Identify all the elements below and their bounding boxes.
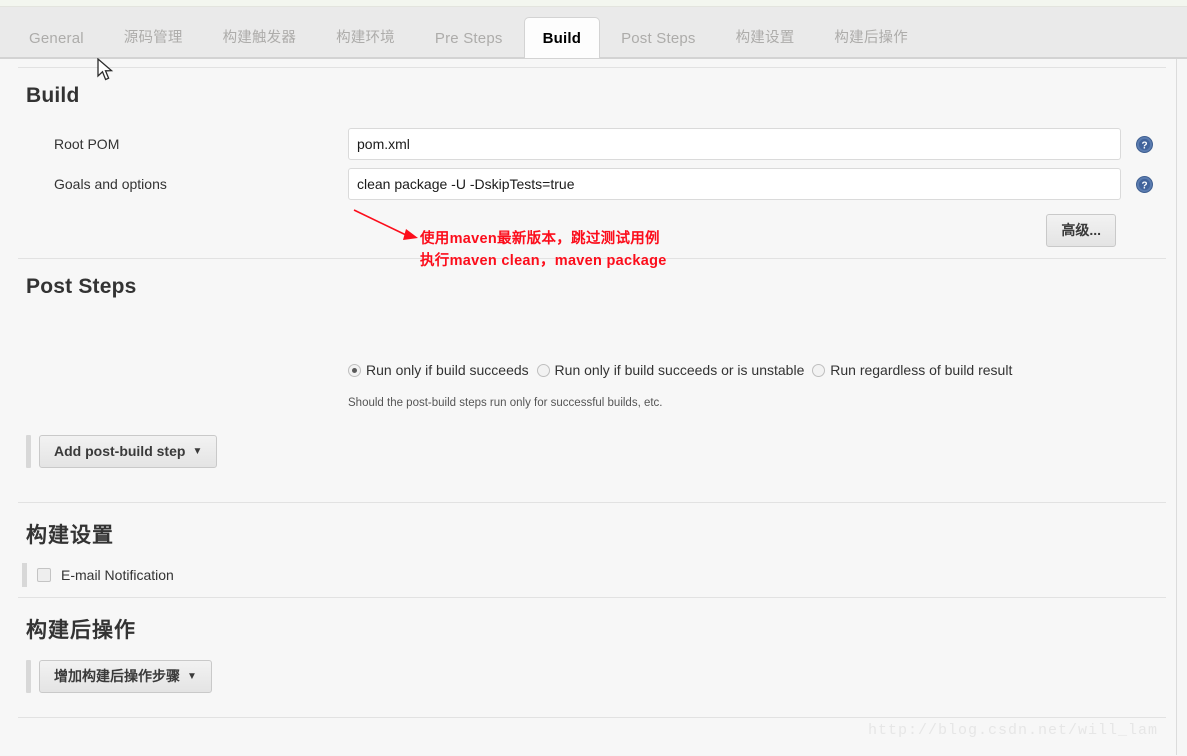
goals-and-options-input[interactable]	[348, 168, 1121, 200]
drag-grip	[22, 563, 27, 587]
build-settings-section-title: 构建设置	[26, 524, 114, 547]
tab-post-steps[interactable]: Post Steps	[602, 17, 715, 58]
goals-and-options-row: Goals and options ?	[0, 164, 1176, 204]
watermark: http://blog.csdn.net/will_lam	[868, 722, 1159, 739]
svg-text:?: ?	[1141, 180, 1147, 191]
annotation-line-1: 使用maven最新版本，跳过测试用例	[420, 231, 660, 247]
goals-and-options-label: Goals and options	[54, 176, 167, 192]
tab-build-triggers[interactable]: 构建触发器	[204, 17, 316, 58]
tab-pre-steps[interactable]: Pre Steps	[416, 17, 522, 58]
help-icon[interactable]: ?	[1136, 136, 1153, 153]
radio-indicator[interactable]	[812, 364, 826, 377]
browser-top-strip	[0, 0, 1187, 7]
divider-bottom	[18, 717, 1166, 718]
caret-down-icon: ▼	[187, 671, 197, 682]
annotation-text: 使用maven最新版本，跳过测试用例 执行maven clean，maven p…	[420, 228, 667, 272]
radio-indicator[interactable]	[348, 364, 361, 377]
email-notification-label: E-mail Notification	[61, 567, 174, 583]
tab-build-environment[interactable]: 构建环境	[317, 17, 414, 58]
svg-text:?: ?	[1141, 140, 1147, 151]
build-section-title: Build	[26, 84, 80, 107]
add-post-build-action-label: 增加构建后操作步骤	[54, 668, 180, 684]
advanced-button[interactable]: 高级...	[1046, 214, 1116, 247]
tab-build-settings[interactable]: 构建设置	[717, 17, 814, 58]
email-notification-row: E-mail Notification	[0, 557, 1176, 597]
config-tab-bar: General 源码管理 构建触发器 构建环境 Pre Steps Build …	[0, 7, 1187, 59]
email-notification-checkbox[interactable]	[37, 568, 51, 582]
tab-source-code-management[interactable]: 源码管理	[105, 17, 202, 58]
post-steps-hint: Should the post-build steps run only for…	[348, 397, 663, 409]
radio-run-only-if-build-succeeds-or-unstable[interactable]: Run only if build succeeds or is unstabl…	[536, 362, 804, 378]
add-post-build-step-button[interactable]: Add post-build step ▼	[39, 435, 218, 468]
config-form: Build Root POM ? Goals and options ?	[0, 59, 1177, 755]
caret-down-icon: ▼	[192, 446, 203, 457]
radio-run-only-if-build-succeeds[interactable]: Run only if build succeeds	[348, 362, 529, 378]
radio-indicator[interactable]	[536, 364, 550, 377]
tab-general[interactable]: General	[10, 17, 103, 58]
root-pom-input[interactable]	[348, 128, 1121, 160]
root-pom-label: Root POM	[54, 136, 120, 152]
root-pom-row: Root POM ?	[0, 124, 1176, 164]
add-post-build-step-group: Add post-build step ▼	[0, 435, 1176, 468]
add-post-build-action-group: 增加构建后操作步骤 ▼	[0, 660, 1176, 693]
post-build-actions-section-title: 构建后操作	[26, 619, 136, 642]
drag-grip	[26, 660, 31, 693]
drag-grip	[26, 435, 31, 468]
annotation-line-2: 执行maven clean，maven package	[420, 253, 667, 269]
help-icon[interactable]: ?	[1136, 176, 1153, 193]
add-post-build-action-button[interactable]: 增加构建后操作步骤 ▼	[39, 660, 212, 693]
add-post-build-step-label: Add post-build step	[54, 443, 186, 459]
tab-build[interactable]: Build	[523, 17, 601, 58]
radio-run-regardless-of-build-result[interactable]: Run regardless of build result	[812, 362, 1012, 378]
tab-post-build-actions[interactable]: 构建后操作	[815, 17, 927, 58]
post-steps-condition-group: Run only if build succeeds Run only if b…	[0, 307, 1110, 381]
